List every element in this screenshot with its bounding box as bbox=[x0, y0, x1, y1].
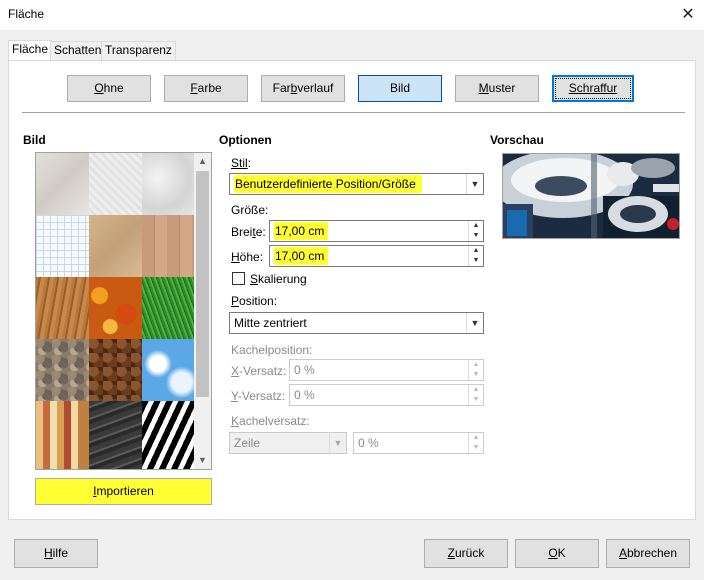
gallery-tile-painted-white[interactable] bbox=[36, 153, 89, 215]
kachelversatz-mode-value: Zeile bbox=[234, 436, 261, 450]
chevron-down-icon[interactable]: ▼ bbox=[466, 313, 483, 333]
fill-none-button[interactable]: Ohne bbox=[67, 75, 151, 102]
position-dropdown[interactable]: Mitte zentriert ▼ bbox=[229, 312, 484, 334]
hoehe-label: Höhe: bbox=[231, 250, 264, 264]
reset-button[interactable]: Zurück bbox=[424, 539, 508, 568]
scroll-thumb[interactable] bbox=[196, 171, 209, 397]
stil-label: Stil: bbox=[231, 156, 252, 170]
image-gallery[interactable] bbox=[35, 152, 212, 470]
x-versatz-input[interactable]: 0 % ▲ ▼ bbox=[289, 359, 484, 381]
kachelversatz-label: Kachelversatz: bbox=[231, 414, 310, 428]
separator bbox=[22, 112, 685, 113]
tab-schatten[interactable]: Schatten bbox=[50, 41, 106, 60]
spin-up-icon[interactable]: ▲ bbox=[469, 246, 483, 256]
gallery-tile-maple-leaves[interactable] bbox=[89, 277, 142, 339]
gallery-tile-paper-crumpled[interactable] bbox=[142, 153, 195, 215]
import-button[interactable]: Importieren bbox=[35, 478, 212, 505]
x-versatz-label: X-Versatz: bbox=[231, 364, 287, 378]
optionen-heading: Optionen bbox=[219, 133, 272, 147]
hoehe-value: 17,00 cm bbox=[274, 247, 329, 265]
kachelversatz-value: 0 % bbox=[358, 436, 379, 450]
preview-picture bbox=[503, 154, 679, 238]
scroll-down-icon[interactable]: ▼ bbox=[194, 452, 211, 469]
ok-button[interactable]: OK bbox=[515, 539, 599, 568]
title-bar bbox=[0, 0, 704, 30]
kachelposition-label: Kachelposition: bbox=[231, 343, 313, 357]
spin-down-icon[interactable]: ▼ bbox=[469, 370, 483, 380]
fill-pattern-button[interactable]: Muster bbox=[455, 75, 539, 102]
kachelversatz-mode-dropdown[interactable]: Zeile ▼ bbox=[229, 432, 347, 454]
gallery-tile-lawn[interactable] bbox=[142, 277, 195, 339]
gallery-tile-coffee-beans[interactable] bbox=[89, 339, 142, 401]
stil-dropdown[interactable]: Benutzerdefinierte Position/Größe ▼ bbox=[229, 173, 484, 195]
gallery-tile-stone[interactable] bbox=[89, 401, 142, 469]
gallery-tile-wooden-board[interactable] bbox=[36, 277, 89, 339]
fill-image-button[interactable]: Bild bbox=[358, 75, 442, 102]
bild-heading: Bild bbox=[23, 133, 46, 147]
spin-up-icon[interactable]: ▲ bbox=[469, 385, 483, 395]
groesse-label: Größe: bbox=[231, 203, 269, 217]
stil-value: Benutzerdefinierte Position/Größe bbox=[234, 175, 422, 193]
gallery-tile-paper-graph[interactable] bbox=[36, 215, 89, 277]
breite-value: 17,00 cm bbox=[274, 222, 329, 240]
spin-up-icon[interactable]: ▲ bbox=[469, 433, 483, 443]
gallery-tile-mosaic[interactable] bbox=[36, 401, 89, 469]
gallery-tile-paper-texture[interactable] bbox=[89, 153, 142, 215]
help-button[interactable]: Hilfe bbox=[14, 539, 98, 568]
breite-input[interactable]: 17,00 cm ▲ ▼ bbox=[269, 220, 484, 242]
close-icon[interactable]: ✕ bbox=[676, 3, 700, 27]
breite-label: Breite: bbox=[231, 225, 266, 239]
vorschau-heading: Vorschau bbox=[490, 133, 544, 147]
fill-gradient-button[interactable]: Farbverlauf bbox=[261, 75, 345, 102]
spin-down-icon[interactable]: ▼ bbox=[469, 443, 483, 453]
gallery-tile-fence[interactable] bbox=[142, 215, 195, 277]
y-versatz-label: Y-Versatz: bbox=[231, 389, 286, 403]
chevron-down-icon[interactable]: ▼ bbox=[329, 433, 346, 453]
position-value: Mitte zentriert bbox=[234, 316, 307, 330]
gallery-scrollbar[interactable]: ▲ ▼ bbox=[194, 153, 211, 469]
fill-hatch-button[interactable]: Schraffur bbox=[552, 75, 634, 102]
tab-flaeche[interactable]: Fläche bbox=[8, 40, 53, 61]
skalierung-checkbox[interactable] bbox=[232, 272, 245, 285]
spin-down-icon[interactable]: ▼ bbox=[469, 231, 483, 241]
x-versatz-value: 0 % bbox=[294, 363, 315, 377]
gallery-tile-parchment[interactable] bbox=[89, 215, 142, 277]
spin-down-icon[interactable]: ▼ bbox=[469, 395, 483, 405]
y-versatz-value: 0 % bbox=[294, 388, 315, 402]
cancel-button[interactable]: Abbrechen bbox=[606, 539, 690, 568]
gallery-tile-pebble[interactable] bbox=[36, 339, 89, 401]
scroll-up-icon[interactable]: ▲ bbox=[194, 153, 211, 170]
spin-up-icon[interactable]: ▲ bbox=[469, 360, 483, 370]
spin-down-icon[interactable]: ▼ bbox=[469, 256, 483, 266]
hoehe-input[interactable]: 17,00 cm ▲ ▼ bbox=[269, 245, 484, 267]
y-versatz-input[interactable]: 0 % ▲ ▼ bbox=[289, 384, 484, 406]
dialog-title: Fläche bbox=[8, 7, 45, 21]
fill-color-button[interactable]: Farbe bbox=[164, 75, 248, 102]
kachelversatz-input[interactable]: 0 % ▲ ▼ bbox=[353, 432, 484, 454]
gallery-tile-zebra[interactable] bbox=[142, 401, 195, 469]
spin-up-icon[interactable]: ▲ bbox=[469, 221, 483, 231]
tab-transparenz[interactable]: Transparenz bbox=[101, 41, 176, 60]
gallery-tile-sky[interactable] bbox=[142, 339, 195, 401]
position-label: Position: bbox=[231, 294, 278, 308]
skalierung-label: Skalierung bbox=[250, 272, 307, 286]
preview-image bbox=[502, 153, 680, 239]
chevron-down-icon[interactable]: ▼ bbox=[466, 174, 483, 194]
